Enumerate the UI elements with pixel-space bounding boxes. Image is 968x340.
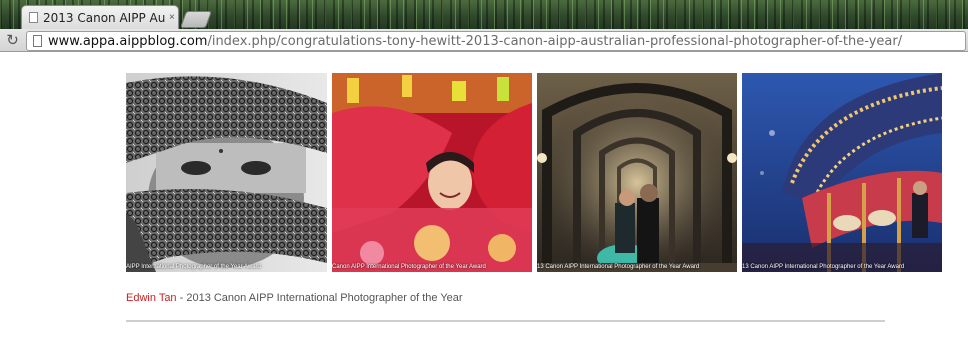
page-icon — [33, 35, 42, 47]
photographer-name-link[interactable]: Edwin Tan — [126, 292, 177, 304]
reload-icon[interactable]: ↻ — [5, 33, 20, 48]
page-favicon-icon — [29, 12, 38, 23]
gallery-photo-couple[interactable]: 13 Canon AIPP International Photographer… — [537, 73, 737, 272]
url-path: /index.php/congratulations-tony-hewitt-2… — [207, 33, 903, 49]
photo-credit: Edwin Tan - 2013 Canon AIPP Internationa… — [126, 292, 463, 304]
photo-caption: AIPP International Photographer of the Y… — [126, 264, 261, 270]
tab-close-icon[interactable]: × — [169, 12, 175, 23]
credit-text: - 2013 Canon AIPP International Photogra… — [176, 292, 463, 304]
address-bar[interactable]: www.appa.aippblog.com/index.php/congratu… — [26, 31, 966, 51]
gallery-photo-henna[interactable]: AIPP International Photographer of the Y… — [126, 73, 327, 272]
browser-toolbar: ↻ www.appa.aippblog.com/index.php/congra… — [0, 29, 968, 52]
gallery-photo-bride[interactable]: Canon AIPP International Photographer of… — [332, 73, 532, 272]
photo-caption: Canon AIPP International Photographer of… — [332, 264, 486, 270]
url-text: www.appa.aippblog.com/index.php/congratu… — [48, 34, 902, 49]
gallery-photo-carousel[interactable]: 13 Canon AIPP International Photographer… — [742, 73, 942, 272]
couple-photo-image — [537, 73, 737, 272]
henna-photo-image — [126, 73, 327, 272]
browser-titlebar: 2013 Canon AIPP Australi × — [0, 0, 968, 29]
photo-caption: 13 Canon AIPP International Photographer… — [537, 264, 700, 270]
url-host: www.appa.aippblog.com — [48, 33, 208, 49]
bride-photo-image — [332, 73, 532, 272]
tab-title: 2013 Canon AIPP Australi — [43, 10, 165, 25]
carousel-photo-image — [742, 73, 942, 272]
photo-gallery: AIPP International Photographer of the Y… — [126, 73, 942, 272]
photo-caption: 13 Canon AIPP International Photographer… — [742, 264, 905, 270]
new-tab-button[interactable] — [179, 11, 213, 28]
divider — [126, 320, 885, 322]
browser-tab[interactable]: 2013 Canon AIPP Australi × — [21, 5, 179, 29]
